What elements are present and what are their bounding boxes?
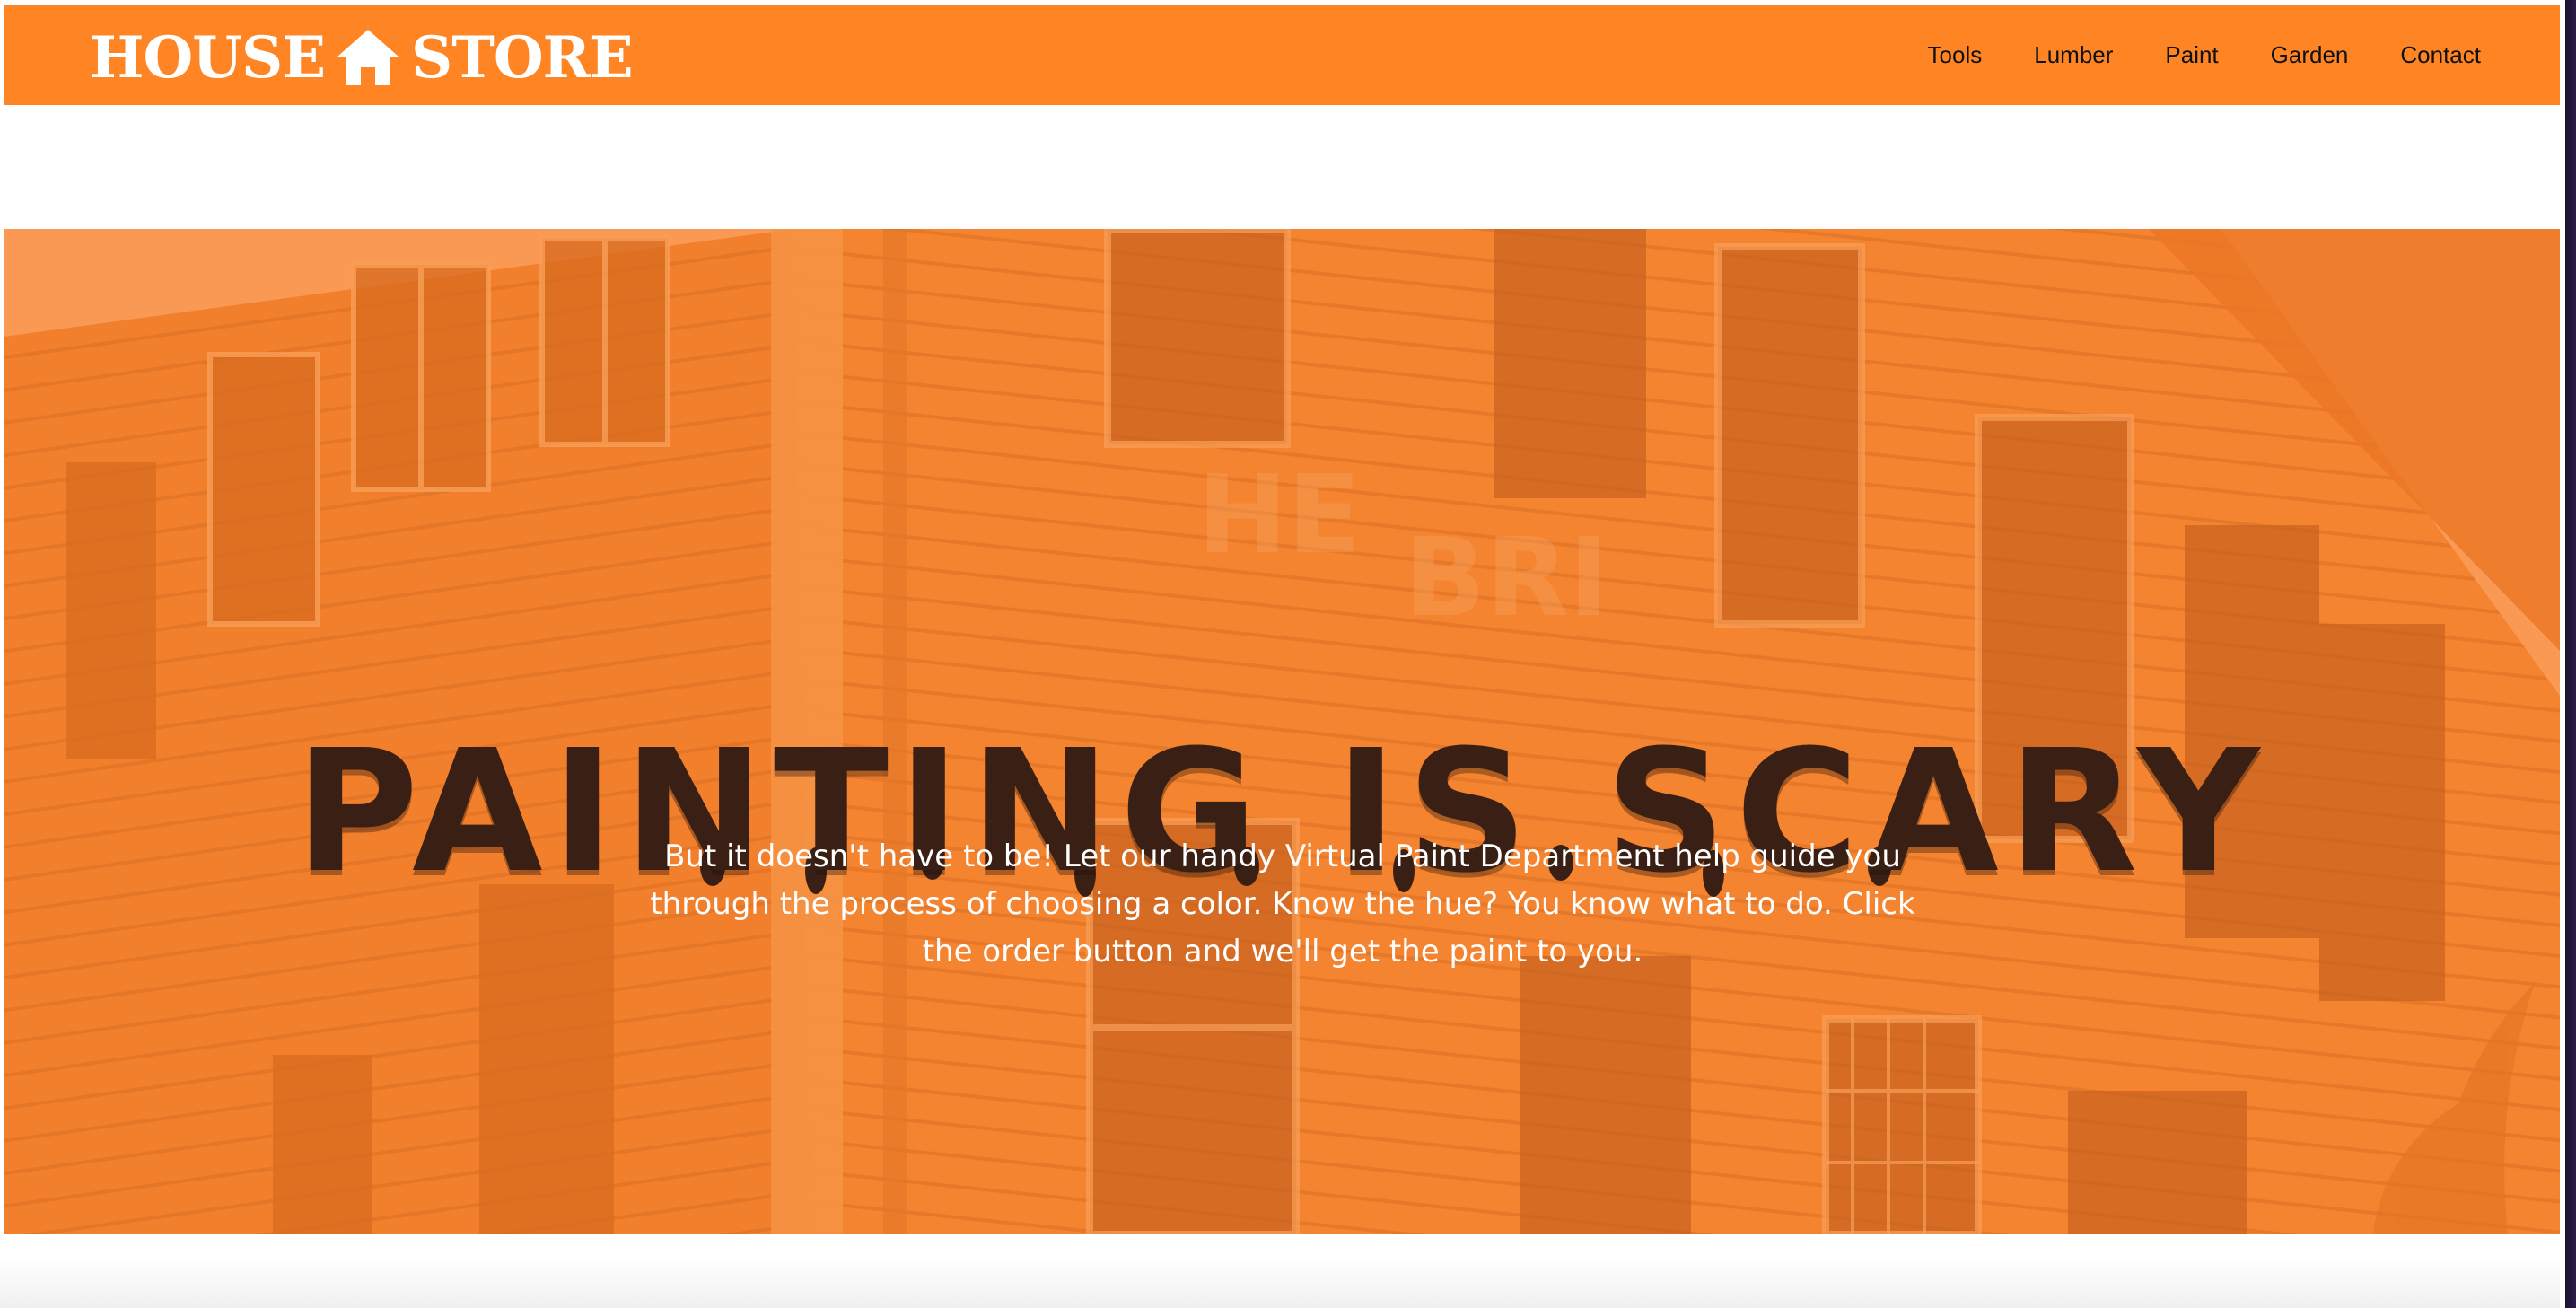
page: HOUSE STORE Tools Lumber Paint Garden Co… xyxy=(0,0,2576,1308)
page-bottom-shadow xyxy=(0,1257,2560,1308)
nav-contact[interactable]: Contact xyxy=(2400,41,2481,69)
site-logo[interactable]: HOUSE STORE xyxy=(90,23,634,92)
nav-tools[interactable]: Tools xyxy=(1928,41,1983,69)
nav-paint[interactable]: Paint xyxy=(2165,41,2218,69)
hero-description: But it doesn't have to be! Let our handy… xyxy=(650,838,1915,970)
site-header: HOUSE STORE Tools Lumber Paint Garden Co… xyxy=(4,5,2560,105)
window-edge xyxy=(2562,0,2576,1308)
house-icon xyxy=(337,30,399,85)
nav-lumber[interactable]: Lumber xyxy=(2034,41,2113,69)
nav-garden[interactable]: Garden xyxy=(2271,41,2349,69)
main-nav: Tools Lumber Paint Garden Contact xyxy=(1928,5,2481,105)
logo-word-store: STORE xyxy=(411,23,634,92)
logo-word-house: HOUSE xyxy=(90,23,326,92)
hero-banner: HE BRI PAINTING IS SCARY But it doesn't … xyxy=(4,229,2560,1234)
